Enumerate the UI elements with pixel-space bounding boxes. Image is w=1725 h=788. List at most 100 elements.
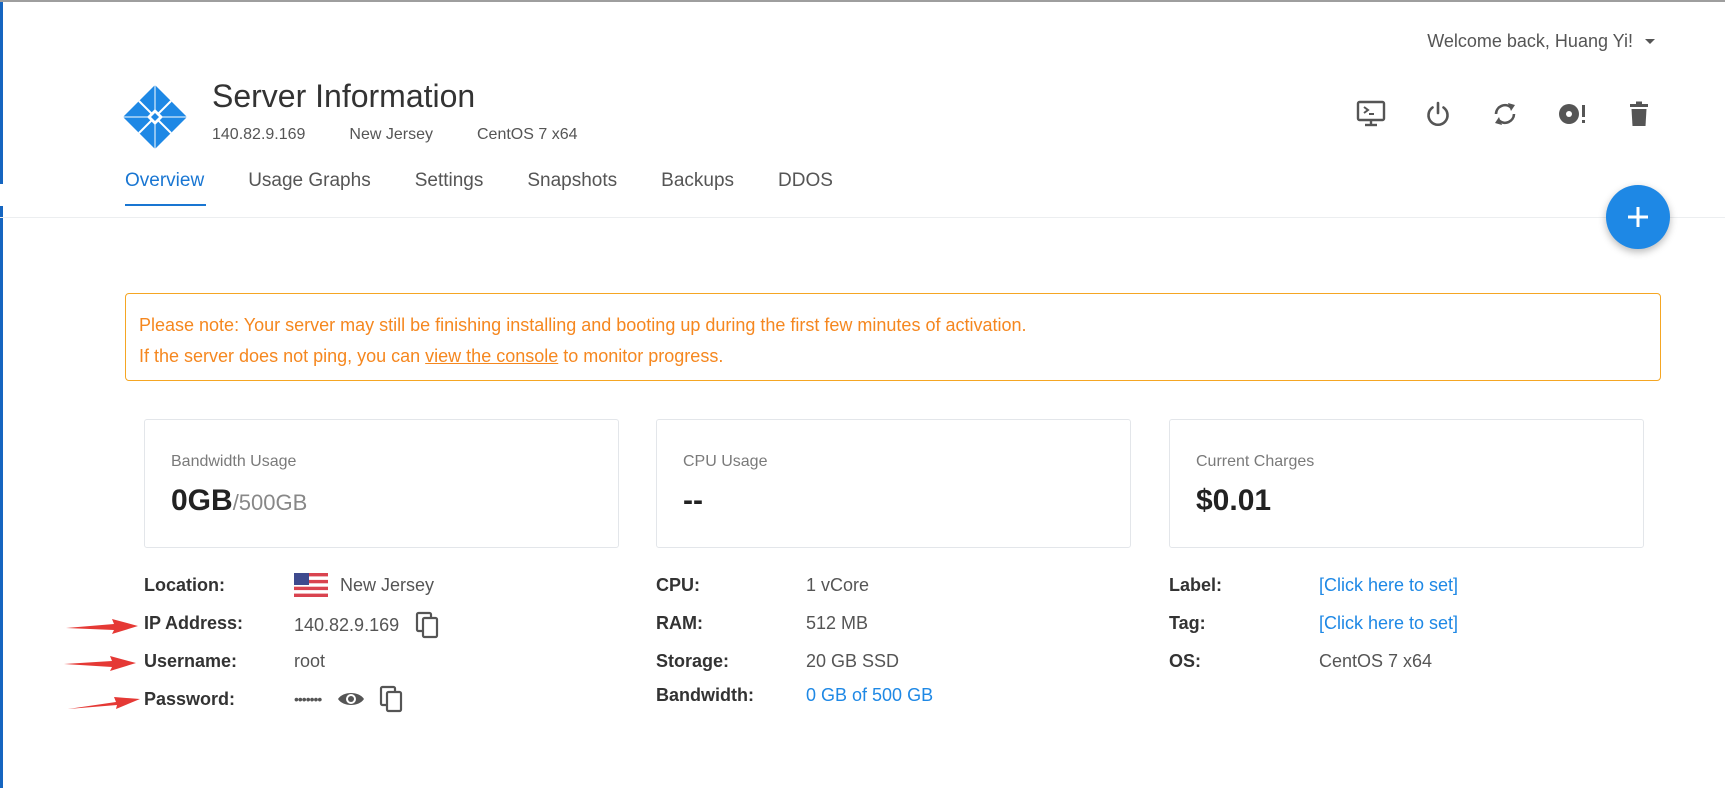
detail-storage-value: 20 GB SSD xyxy=(806,651,899,672)
detail-password-value: ••••••• xyxy=(294,685,405,713)
set-label-link[interactable]: [Click here to set] xyxy=(1319,575,1458,596)
card-value: $0.01 xyxy=(1196,484,1272,517)
copy-icon[interactable] xyxy=(415,611,441,639)
detail-tag-value: [Click here to set] xyxy=(1319,613,1458,634)
tab-usage-graphs[interactable]: Usage Graphs xyxy=(248,170,371,206)
card-label: CPU Usage xyxy=(683,453,768,470)
bandwidth-usage-card: Bandwidth Usage 0GB/500GB xyxy=(144,419,619,548)
delete-button[interactable] xyxy=(1623,98,1655,130)
view-console-link[interactable]: view the console xyxy=(425,346,558,366)
server-actions xyxy=(1355,98,1655,130)
tab-ddos[interactable]: DDOS xyxy=(778,170,833,206)
vultr-logo-icon xyxy=(123,85,187,149)
card-label: Bandwidth Usage xyxy=(171,453,297,470)
server-location: New Jersey xyxy=(349,126,433,143)
detail-value: 512 MB xyxy=(806,613,869,633)
add-button[interactable] xyxy=(1606,185,1670,249)
window-top-border xyxy=(0,0,1725,2)
cpu-usage-card: CPU Usage -- xyxy=(656,419,1131,548)
detail-storage: Storage: xyxy=(656,651,729,672)
notice-text-after: to monitor progress. xyxy=(558,346,724,366)
console-icon xyxy=(1356,100,1386,127)
user-menu[interactable]: Welcome back, Huang Yi! xyxy=(1427,31,1655,52)
card-label: Current Charges xyxy=(1196,453,1315,470)
card-value: -- xyxy=(683,484,703,517)
server-os: CentOS 7 x64 xyxy=(477,126,578,143)
bandwidth-used: 0GB xyxy=(171,484,233,517)
detail-label: Password: xyxy=(144,689,236,709)
detail-label-value: [Click here to set] xyxy=(1319,575,1458,596)
detail-location-value: New Jersey xyxy=(294,573,434,597)
password-masked: ••••••• xyxy=(294,691,322,707)
detail-location: Location: xyxy=(144,575,225,596)
welcome-text: Welcome back, Huang Yi! xyxy=(1427,31,1633,51)
notice-text-before: If the server does not ping, you can xyxy=(139,346,426,366)
server-summary: 140.82.9.169 New Jersey CentOS 7 x64 xyxy=(212,126,578,144)
detail-label: Bandwidth: xyxy=(656,685,754,705)
restart-button[interactable] xyxy=(1489,98,1521,130)
eye-icon[interactable] xyxy=(337,689,365,709)
detail-tag: Tag: xyxy=(1169,613,1206,634)
detail-label: Location: xyxy=(144,575,225,595)
detail-ip-value: 140.82.9.169 xyxy=(294,611,441,639)
detail-ram: RAM: xyxy=(656,613,703,634)
detail-username-value: root xyxy=(294,651,325,672)
sidebar-edge xyxy=(0,2,3,788)
card-value: 0GB/500GB xyxy=(171,484,307,518)
detail-cpu-value: 1 vCore xyxy=(806,575,869,596)
tab-backups[interactable]: Backups xyxy=(661,170,734,206)
detail-label-field: Label: xyxy=(1169,575,1222,596)
page-title: Server Information xyxy=(212,78,476,114)
power-icon xyxy=(1427,101,1449,126)
detail-value: 1 vCore xyxy=(806,575,870,595)
annotation-arrow-icon xyxy=(66,619,138,634)
copy-icon[interactable] xyxy=(379,685,405,713)
detail-label: IP Address: xyxy=(144,613,244,633)
detail-value: New Jersey xyxy=(340,574,435,595)
server-ip: 140.82.9.169 xyxy=(212,126,306,143)
detail-label: CPU: xyxy=(656,575,700,595)
detail-os: OS: xyxy=(1169,651,1201,672)
bandwidth-total: /500GB xyxy=(232,490,308,515)
detail-os-value: CentOS 7 x64 xyxy=(1319,651,1432,672)
sidebar-edge-notch xyxy=(0,184,8,206)
reinstall-button[interactable] xyxy=(1556,98,1588,130)
notice-line-1: Please note: Your server may still be fi… xyxy=(139,315,1027,335)
detail-bandwidth-value: 0 GB of 500 GB xyxy=(806,685,933,706)
set-tag-link[interactable]: [Click here to set] xyxy=(1319,613,1458,634)
reinstall-disc-icon xyxy=(1559,104,1585,124)
notice-line-2: If the server does not ping, you can vie… xyxy=(139,341,1647,372)
tab-snapshots[interactable]: Snapshots xyxy=(527,170,617,206)
detail-label: Tag: xyxy=(1169,613,1206,633)
annotation-arrow-icon xyxy=(64,656,136,671)
tabs-divider xyxy=(0,217,1725,218)
detail-bandwidth: Bandwidth: xyxy=(656,685,754,706)
trash-icon xyxy=(1630,101,1648,126)
chevron-down-icon xyxy=(1645,39,1655,44)
annotation-arrow-icon xyxy=(68,697,140,709)
us-flag-icon xyxy=(294,573,328,597)
detail-value: 20 GB SSD xyxy=(806,651,900,671)
detail-cpu: CPU: xyxy=(656,575,700,596)
bandwidth-link[interactable]: 0 GB of 500 GB xyxy=(806,685,933,706)
tab-settings[interactable]: Settings xyxy=(415,170,484,206)
detail-password: Password: xyxy=(144,689,235,710)
activation-notice: Please note: Your server may still be fi… xyxy=(125,293,1661,381)
detail-username: Username: xyxy=(144,651,237,672)
detail-ip-address: IP Address: xyxy=(144,613,243,634)
detail-label: OS: xyxy=(1169,651,1202,671)
detail-label: RAM: xyxy=(656,613,703,633)
detail-value: CentOS 7 x64 xyxy=(1319,651,1433,671)
detail-value: root xyxy=(294,651,326,671)
detail-label: Username: xyxy=(144,651,238,671)
console-button[interactable] xyxy=(1355,98,1387,130)
current-charges-card: Current Charges $0.01 xyxy=(1169,419,1644,548)
tab-overview[interactable]: Overview xyxy=(125,170,207,206)
detail-label: Storage: xyxy=(656,651,730,671)
power-button[interactable] xyxy=(1422,98,1454,130)
detail-ram-value: 512 MB xyxy=(806,613,868,634)
detail-label: Label: xyxy=(1169,575,1223,595)
detail-value: 140.82.9.169 xyxy=(294,614,400,635)
plus-icon xyxy=(1628,207,1648,227)
restart-icon xyxy=(1494,103,1516,125)
